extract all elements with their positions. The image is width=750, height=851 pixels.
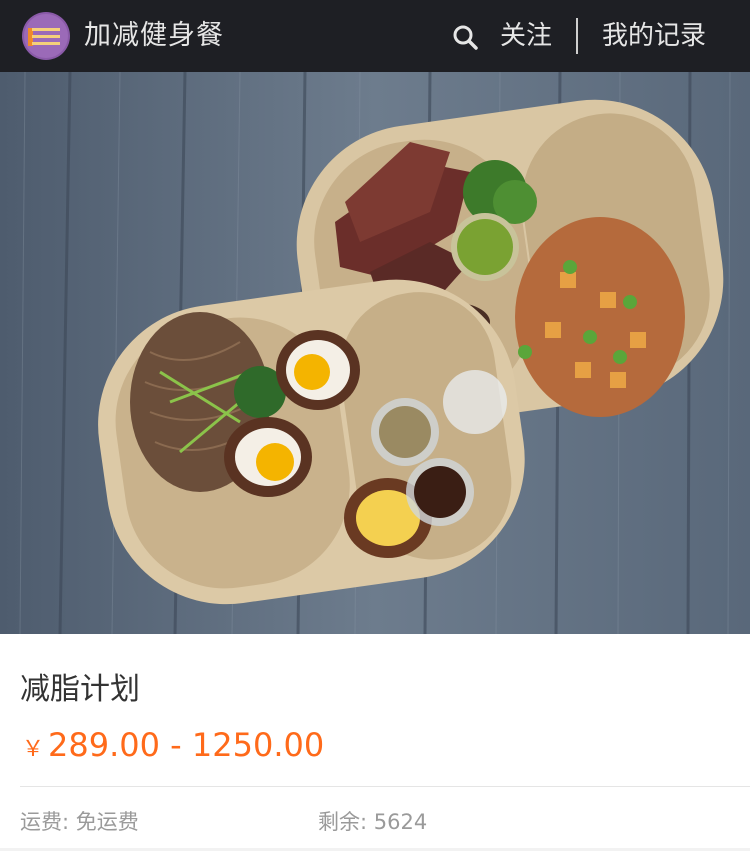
brand-name[interactable]: 加减健身餐 — [84, 18, 224, 54]
my-records-button[interactable]: 我的记录 — [602, 18, 706, 54]
shipping-fee: 运费: 免运费 — [20, 810, 139, 834]
brand-logo[interactable] — [22, 12, 70, 60]
product-info: 减脂计划 ￥ 289.00 - 1250.00 运费: 免运费 剩余: 5624 — [0, 634, 750, 851]
info-divider — [20, 786, 750, 787]
search-icon[interactable] — [452, 24, 478, 50]
logo-mark — [24, 14, 68, 58]
product-price: ￥ 289.00 - 1250.00 — [22, 726, 324, 764]
follow-button[interactable]: 关注 — [500, 18, 552, 54]
product-image-carousel[interactable] — [0, 72, 750, 634]
top-bar: 加减健身餐 关注 我的记录 — [0, 0, 750, 72]
header-divider — [576, 18, 578, 54]
stock-remaining: 剩余: 5624 — [318, 810, 428, 834]
product-title: 减脂计划 — [20, 672, 140, 707]
currency-symbol: ￥ — [22, 737, 45, 762]
meal-box-photo — [0, 72, 750, 634]
price-range: 289.00 - 1250.00 — [48, 726, 325, 764]
